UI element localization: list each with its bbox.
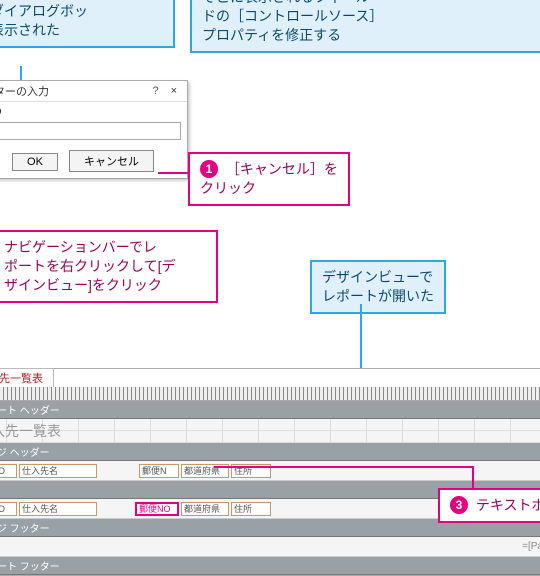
detail-ctl-postal-error[interactable]: 郵便NO	[135, 502, 179, 516]
callout-fix-controlsource: そこに表示されるフィールドの［コントロールソース］プロパティを修正する	[190, 0, 540, 53]
hdr-label-postal[interactable]: 郵便N	[139, 464, 179, 478]
callout-text: テキストボッ	[476, 497, 540, 513]
horizontal-ruler	[0, 387, 540, 401]
callout-designview-opened: デザインビューでレポートが開いた	[310, 260, 446, 314]
page-footer-body: low() =[Pa	[0, 537, 540, 557]
parameter-input-field[interactable]	[0, 122, 181, 140]
callout-nav-rightclick: ナビゲーションバーでレポートを右クリックして[デザインビュー]をクリック	[0, 230, 218, 303]
report-tab[interactable]: 入先一覧表	[0, 368, 54, 387]
detail-ctl-id[interactable]: 入先ID	[0, 502, 17, 516]
hdr-label-name[interactable]: 仕入先名	[19, 464, 97, 478]
leader-to-postal-v	[472, 466, 474, 490]
page-header-body: 入先ID 仕入先名 郵便N 都道府県 住所	[0, 461, 540, 481]
callout-text: ナビゲーションバーでレポートを右クリックして[デザインビュー]をクリック	[4, 239, 175, 293]
parameter-input-dialog: ーターの入力 ? × NO OK キャンセル	[0, 80, 188, 179]
detail-ctl-pref[interactable]: 都道府県	[181, 502, 229, 516]
badge-3: 3	[450, 496, 468, 514]
badge-1: 1	[200, 160, 218, 178]
band-report-footer[interactable]: レポート フッター	[0, 557, 540, 575]
callout-text: デザインビューでレポートが開いた	[322, 269, 434, 304]
band-report-header[interactable]: レポート ヘッダー	[0, 401, 540, 419]
close-icon[interactable]: ×	[165, 85, 183, 97]
dialog-titlebar: ーターの入力 ? ×	[0, 81, 187, 102]
report-title-control[interactable]: 仕入先一覧表	[0, 419, 540, 443]
callout-text: ［キャンセル］をクリック	[200, 161, 338, 196]
leader-to-postal	[214, 466, 474, 468]
report-title-text: 仕入先一覧表	[0, 421, 61, 441]
detail-ctl-name[interactable]: 仕入先名	[19, 502, 97, 516]
detail-ctl-addr[interactable]: 住所	[231, 502, 271, 516]
report-design-view: 入先一覧表 レポート ヘッダー 仕入先一覧表 ページ ヘッダー 入先ID 仕入先…	[0, 368, 540, 576]
band-page-header[interactable]: ページ ヘッダー	[0, 443, 540, 461]
ok-button[interactable]: OK	[12, 153, 58, 171]
hdr-label-id[interactable]: 入先ID	[0, 464, 17, 478]
cancel-button[interactable]: キャンセル	[69, 150, 154, 172]
dialog-title-text: ーターの入力	[0, 83, 49, 99]
callout-step-1: 1 ［キャンセル］をクリック	[188, 152, 350, 206]
leader-to-cancel	[158, 172, 188, 174]
callout-text: そこに表示されるフィールドの［コントロールソース］プロパティを修正する	[202, 0, 383, 43]
callout-step-3: 3 テキストボッ	[438, 488, 540, 523]
dialog-help-button[interactable]: ?	[146, 85, 164, 97]
footer-expr-right[interactable]: =[Pa	[522, 541, 540, 552]
callout-text: 力］ダイアログボッスが表示された	[0, 3, 88, 38]
callout-paraminput-shown: 力］ダイアログボッスが表示された	[0, 0, 175, 48]
leader-designview	[360, 304, 362, 368]
dialog-prompt: NO	[0, 106, 181, 118]
